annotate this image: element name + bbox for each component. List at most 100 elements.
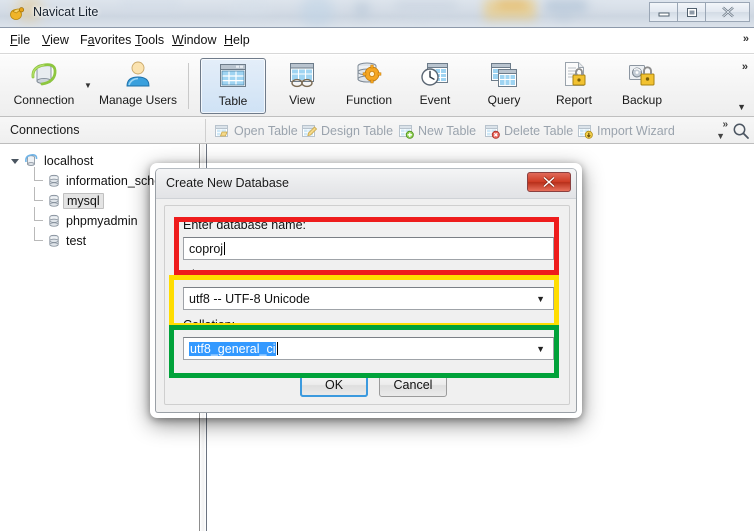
cancel-button-label: Cancel bbox=[393, 378, 433, 392]
dialog-body: Enter database name: coproj Character se… bbox=[164, 205, 570, 405]
tree-node-test[interactable]: test bbox=[34, 227, 87, 250]
tree-node-label: localhost bbox=[44, 153, 94, 168]
strip-divider bbox=[205, 119, 206, 142]
toolbar-label: Function bbox=[345, 93, 393, 107]
toolbar-label: Backup bbox=[621, 93, 663, 107]
cancel-button[interactable]: Cancel bbox=[379, 373, 447, 397]
window-title: Navicat Lite bbox=[33, 5, 99, 19]
toolbar-label: Query bbox=[487, 93, 521, 107]
toolbar-button-table[interactable]: Table bbox=[200, 58, 266, 114]
database-name-label: Enter database name: bbox=[183, 218, 306, 232]
strip-button-label: Open Table bbox=[234, 123, 298, 138]
menu-window[interactable]: Window bbox=[172, 33, 216, 47]
database-icon bbox=[49, 234, 59, 247]
dialog-close-button[interactable] bbox=[527, 172, 571, 192]
restore-icon bbox=[686, 7, 697, 17]
design-table-icon bbox=[302, 124, 317, 137]
tree-branch-line bbox=[34, 227, 46, 250]
strip-button-label: New Table bbox=[418, 123, 477, 138]
toolbar-label: Table bbox=[218, 94, 248, 108]
toolbar-button-connection[interactable]: Connection bbox=[8, 58, 80, 114]
text-caret bbox=[224, 242, 226, 255]
tree-branch-line bbox=[34, 167, 46, 190]
ok-button[interactable]: OK bbox=[300, 373, 368, 397]
tree-node-label: test bbox=[66, 233, 87, 248]
create-new-database-dialog: Create New Database Enter database name:… bbox=[155, 168, 577, 413]
glass-artifact bbox=[120, 0, 180, 8]
backup-icon bbox=[626, 58, 658, 92]
text-caret bbox=[277, 342, 279, 355]
toolbar-label: Connection bbox=[13, 93, 75, 107]
tree-node-phpmyadmin[interactable]: phpmyadmin bbox=[34, 207, 138, 230]
toolbar-button-manage-users[interactable]: Manage Users bbox=[94, 58, 182, 114]
toolbar-button-function[interactable]: Function bbox=[338, 58, 400, 114]
menubar: File View Favorites Tools Window Help » bbox=[0, 28, 754, 54]
tree-node-localhost[interactable]: localhost bbox=[10, 151, 93, 170]
connections-strip: Connections Open Table Design Table New … bbox=[0, 117, 754, 144]
toolbar-button-report[interactable]: Report bbox=[545, 58, 603, 114]
strip-button-label: Import Wizard bbox=[597, 123, 675, 138]
window-controls bbox=[649, 2, 750, 22]
expander-collapse-icon[interactable] bbox=[10, 156, 20, 166]
strip-overflow-arrow[interactable]: ▼ bbox=[716, 131, 725, 141]
strip-button-design-table[interactable]: Design Table bbox=[301, 121, 393, 140]
character-set-combo[interactable]: utf8 -- UTF-8 Unicode ▼ bbox=[183, 287, 554, 310]
tree-branch-line bbox=[34, 187, 46, 210]
navicat-window: Navicat Lite File View Favorites Tools W… bbox=[0, 0, 754, 531]
glass-artifact bbox=[230, 0, 270, 16]
menu-help[interactable]: Help bbox=[224, 33, 250, 47]
close-icon bbox=[542, 176, 556, 188]
toolbar-overflow-chevron[interactable]: » bbox=[742, 61, 748, 73]
table-icon bbox=[217, 59, 249, 93]
new-table-icon bbox=[399, 124, 414, 139]
toolbar-label: Report bbox=[555, 93, 593, 107]
menu-view[interactable]: View bbox=[42, 33, 69, 47]
chevron-down-icon[interactable]: ▼ bbox=[536, 344, 545, 354]
tree-node-mysql[interactable]: mysql bbox=[34, 187, 104, 210]
character-set-value: utf8 -- UTF-8 Unicode bbox=[189, 291, 310, 306]
menu-favorites[interactable]: Favorites bbox=[80, 33, 131, 47]
menu-overflow-chevron[interactable]: » bbox=[743, 33, 749, 45]
database-name-value: coproj bbox=[189, 241, 224, 256]
search-button[interactable] bbox=[732, 122, 750, 143]
minimize-icon bbox=[658, 12, 669, 17]
strip-button-delete-table[interactable]: Delete Table bbox=[484, 121, 573, 140]
search-icon bbox=[733, 123, 749, 139]
delete-table-icon bbox=[485, 124, 500, 139]
close-button[interactable] bbox=[705, 2, 750, 22]
collation-combo[interactable]: utf8_general_ci ▼ bbox=[183, 337, 554, 360]
toolbar-button-event[interactable]: Event bbox=[406, 58, 464, 114]
toolbar-label: Manage Users bbox=[98, 93, 178, 107]
menu-tools[interactable]: Tools bbox=[135, 33, 164, 47]
toolbar-label: View bbox=[289, 93, 315, 107]
window-titlebar: Navicat Lite bbox=[0, 0, 754, 28]
close-icon bbox=[721, 6, 734, 18]
toolbar-separator bbox=[188, 63, 189, 109]
restore-button[interactable] bbox=[677, 2, 706, 22]
toolbar-button-query[interactable]: Query bbox=[475, 58, 533, 114]
menu-file[interactable]: File bbox=[10, 33, 30, 47]
event-icon bbox=[419, 58, 451, 92]
strip-button-label: Delete Table bbox=[504, 123, 574, 138]
minimize-button[interactable] bbox=[649, 2, 678, 22]
strip-button-import-wizard[interactable]: Import Wizard bbox=[577, 121, 675, 140]
connection-icon bbox=[28, 58, 60, 92]
collation-label: Collation: bbox=[183, 318, 236, 332]
dialog-title: Create New Database bbox=[166, 176, 289, 190]
strip-button-new-table[interactable]: New Table bbox=[398, 121, 476, 140]
dialog-titlebar: Create New Database bbox=[156, 169, 576, 199]
report-icon bbox=[558, 58, 590, 92]
strip-button-open-table[interactable]: Open Table bbox=[214, 121, 298, 140]
toolbar-button-view[interactable]: View bbox=[273, 58, 331, 114]
connection-dropdown-arrow[interactable]: ▼ bbox=[84, 81, 92, 90]
database-name-input[interactable]: coproj bbox=[183, 237, 554, 260]
chevron-down-icon[interactable]: ▼ bbox=[536, 294, 545, 304]
toolbar-overflow-arrow[interactable]: ▼ bbox=[737, 102, 746, 112]
connection-host-icon bbox=[25, 153, 38, 166]
character-set-label: Character set: bbox=[183, 268, 262, 282]
strip-overflow-chevron[interactable]: » bbox=[722, 119, 728, 130]
ok-button-label: OK bbox=[324, 378, 344, 392]
tree-node-label: phpmyadmin bbox=[66, 213, 138, 228]
database-icon bbox=[49, 174, 59, 187]
toolbar-button-backup[interactable]: Backup bbox=[613, 58, 671, 114]
